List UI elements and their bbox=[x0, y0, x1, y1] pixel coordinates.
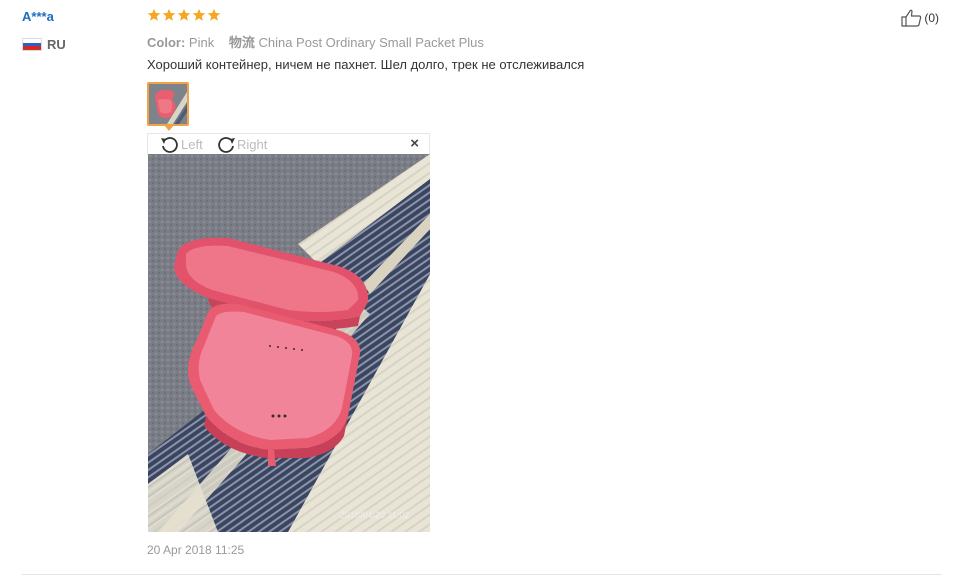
color-value: Pink bbox=[188, 35, 215, 50]
shipping-label: 物流 bbox=[228, 35, 255, 50]
star-icon bbox=[162, 8, 176, 21]
photo-image: 2018/04/20 11:02 bbox=[148, 154, 430, 532]
helpful-button[interactable]: (0) bbox=[901, 9, 939, 27]
thumbnail-image bbox=[149, 84, 187, 124]
divider bbox=[22, 574, 942, 575]
review-text: Хороший контейнер, ничем не пахнет. Шел … bbox=[147, 57, 585, 72]
star-rating bbox=[147, 8, 221, 22]
reviewer-country: RU bbox=[22, 37, 66, 52]
shipping-value: China Post Ordinary Small Packet Plus bbox=[258, 35, 484, 50]
photo-viewer-toolbar: Left Right × bbox=[147, 133, 430, 154]
russia-flag-icon bbox=[22, 38, 42, 51]
star-icon bbox=[192, 8, 206, 21]
color-label: Color: bbox=[147, 35, 186, 50]
country-code: RU bbox=[47, 37, 66, 52]
review-photo-thumbnail[interactable] bbox=[147, 82, 189, 126]
review-photo-large: 2018/04/20 11:02 bbox=[148, 154, 430, 532]
rotate-left-button[interactable]: Left bbox=[159, 135, 203, 153]
helpful-count: (0) bbox=[924, 11, 939, 25]
star-icon bbox=[147, 8, 161, 21]
thumbs-up-icon bbox=[901, 9, 922, 27]
close-viewer-button[interactable]: × bbox=[410, 135, 419, 153]
rotate-left-icon bbox=[161, 137, 178, 153]
star-icon bbox=[207, 8, 221, 21]
rotate-right-label: Right bbox=[237, 136, 268, 152]
rotate-left-label: Left bbox=[181, 136, 203, 152]
reviewer-name[interactable]: A***a bbox=[22, 9, 54, 24]
rotate-right-icon bbox=[218, 137, 235, 153]
thumbnail-pointer bbox=[164, 125, 174, 131]
review-date: 20 Apr 2018 11:25 bbox=[147, 543, 245, 557]
photo-timestamp: 2018/04/20 11:02 bbox=[340, 510, 409, 520]
star-icon bbox=[177, 8, 191, 21]
product-attributes: Color: Pink 物流 China Post Ordinary Small… bbox=[147, 32, 484, 51]
rotate-right-button[interactable]: Right bbox=[215, 135, 267, 153]
